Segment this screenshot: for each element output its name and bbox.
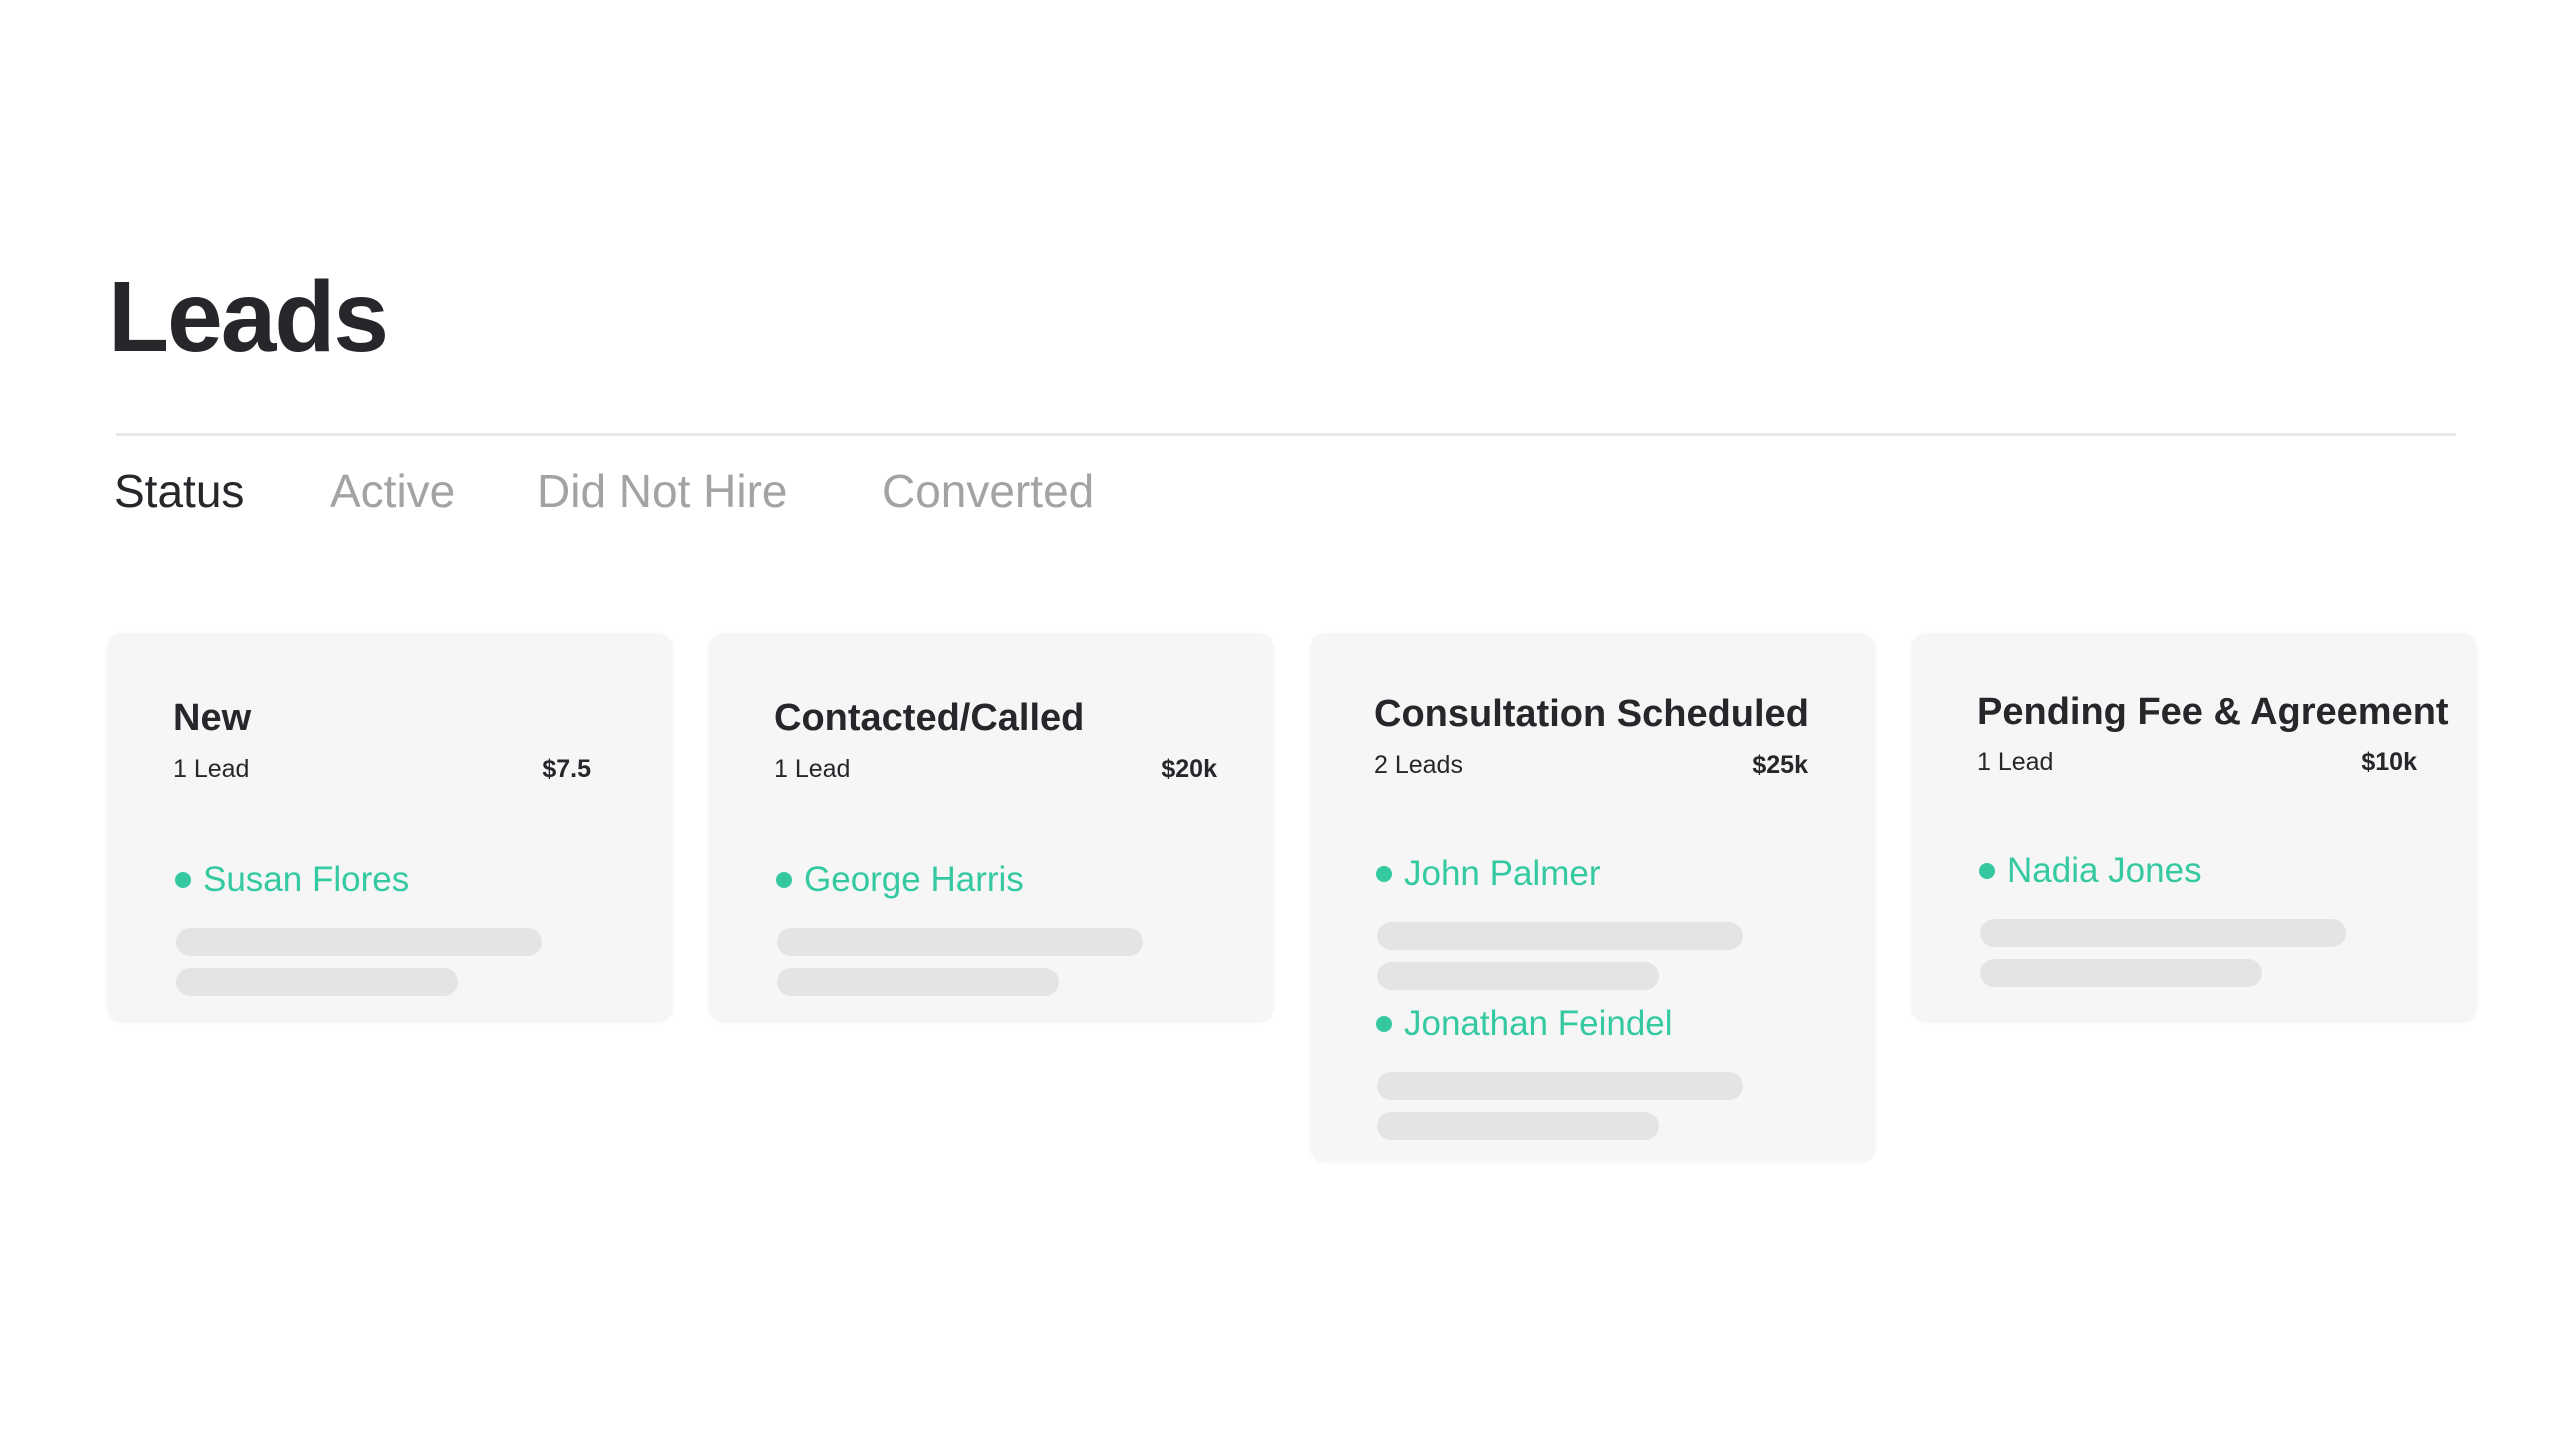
lead-name[interactable]: John Palmer (1404, 842, 1600, 906)
lead-count: 1 Lead (774, 755, 851, 783)
column-title: Contacted/Called (774, 697, 1085, 739)
placeholder-line (1377, 1072, 1743, 1100)
status-dot-icon (1979, 863, 1995, 879)
column-amount: $25k (1752, 751, 1808, 779)
placeholder-line (777, 968, 1059, 996)
placeholder-line (1980, 919, 2346, 947)
status-dot-icon (175, 872, 191, 888)
tab-status[interactable]: Status (114, 456, 244, 526)
lead-name[interactable]: Nadia Jones (2007, 839, 2202, 903)
placeholder-line (176, 968, 458, 996)
tab-converted[interactable]: Converted (882, 456, 1094, 526)
view-tabs: Status Active Did Not Hire Converted (0, 456, 1200, 526)
column-title: Consultation Scheduled (1374, 693, 1809, 735)
column-amount: $10k (2361, 748, 2417, 776)
column-pending-fee-agreement: Pending Fee & Agreement 1 Lead $10k Nadi… (1911, 633, 2477, 1023)
tab-did-not-hire[interactable]: Did Not Hire (537, 456, 788, 526)
tab-active[interactable]: Active (330, 456, 455, 526)
page-title: Leads (108, 261, 389, 373)
column-amount: $20k (1161, 755, 1217, 783)
placeholder-line (1980, 959, 2262, 987)
column-contacted-called: Contacted/Called 1 Lead $20k George Harr… (708, 633, 1274, 1023)
status-dot-icon (776, 872, 792, 888)
lead-count: 1 Lead (1977, 748, 2054, 776)
lead-name[interactable]: Susan Flores (203, 848, 409, 912)
column-title: Pending Fee & Agreement (1977, 691, 2449, 733)
lead-count: 2 Leads (1374, 751, 1463, 779)
lead-name[interactable]: George Harris (804, 848, 1024, 912)
column-new: New 1 Lead $7.5 Susan Flores (107, 633, 673, 1023)
status-dot-icon (1376, 1016, 1392, 1032)
placeholder-line (176, 928, 542, 956)
column-title: New (173, 697, 252, 739)
column-consultation-scheduled: Consultation Scheduled 2 Leads $25k John… (1310, 633, 1876, 1163)
status-dot-icon (1376, 866, 1392, 882)
lead-name[interactable]: Jonathan Feindel (1404, 992, 1673, 1056)
lead-count: 1 Lead (173, 755, 250, 783)
placeholder-line (1377, 1112, 1659, 1140)
placeholder-line (1377, 922, 1743, 950)
column-amount: $7.5 (542, 755, 591, 783)
header-divider (116, 433, 2456, 436)
placeholder-line (777, 928, 1143, 956)
placeholder-line (1377, 962, 1659, 990)
